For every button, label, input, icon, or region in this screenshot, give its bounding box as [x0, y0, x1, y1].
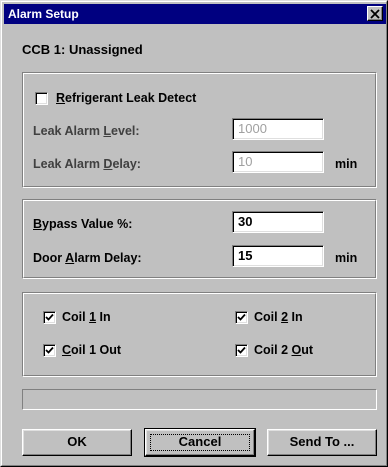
close-button[interactable]: [367, 6, 383, 21]
checkmark-icon: [45, 313, 54, 321]
leak-delay-unit: min: [335, 157, 358, 171]
title-bar[interactable]: Alarm Setup: [4, 4, 386, 24]
send-to-button-label: Send To ...: [289, 434, 355, 449]
alarm-setup-window: Alarm Setup CCB 1: Unassigned Refrigeran…: [0, 0, 388, 467]
leak-alarm-delay-input[interactable]: 10: [232, 151, 324, 173]
coil-2-out-label[interactable]: Coil 2 Out: [254, 343, 313, 357]
coil-2-in-checkbox[interactable]: [235, 311, 248, 324]
coils-group: Coil 1 In Coil 2 In Coil 1 Out Coil 2 Ou…: [22, 292, 377, 377]
leak-detect-checkbox[interactable]: [35, 92, 48, 105]
ok-button[interactable]: OK: [22, 429, 132, 456]
coil-1-out-label[interactable]: Coil 1 Out: [62, 343, 121, 357]
status-field: [22, 389, 377, 410]
coil-2-out-checkbox[interactable]: [235, 344, 248, 357]
leak-detect-label[interactable]: Refrigerant Leak Detect: [56, 91, 196, 105]
leak-alarm-delay-label: Leak Alarm Delay:: [33, 157, 141, 171]
cancel-button-label: Cancel: [178, 434, 222, 449]
checkmark-icon: [45, 346, 54, 354]
bypass-value-label: Bypass Value %:: [33, 217, 133, 231]
checkmark-icon: [237, 346, 246, 354]
ok-button-label: OK: [67, 434, 87, 449]
leak-alarm-level-label: Leak Alarm Level:: [33, 124, 140, 138]
coil-1-in-checkbox[interactable]: [43, 311, 56, 324]
coil-1-in-label[interactable]: Coil 1 In: [62, 310, 111, 324]
cancel-button[interactable]: Cancel: [144, 428, 256, 457]
send-to-button[interactable]: Send To ...: [267, 429, 377, 456]
coil-1-out-checkbox[interactable]: [43, 344, 56, 357]
window-title: Alarm Setup: [8, 7, 79, 21]
close-icon: [370, 8, 380, 22]
door-alarm-delay-input[interactable]: 15: [232, 245, 324, 267]
leak-group: Refrigerant Leak Detect Leak Alarm Level…: [22, 72, 377, 188]
door-alarm-delay-label: Door Alarm Delay:: [33, 251, 142, 265]
checkmark-icon: [237, 313, 246, 321]
settings-group: Bypass Value %: 30 Door Alarm Delay: 15 …: [22, 199, 377, 279]
ccb-subtitle: CCB 1: Unassigned: [22, 42, 143, 57]
coil-2-in-label[interactable]: Coil 2 In: [254, 310, 303, 324]
leak-alarm-level-input[interactable]: 1000: [232, 118, 324, 140]
door-delay-unit: min: [335, 251, 358, 265]
bypass-value-input[interactable]: 30: [232, 211, 324, 233]
